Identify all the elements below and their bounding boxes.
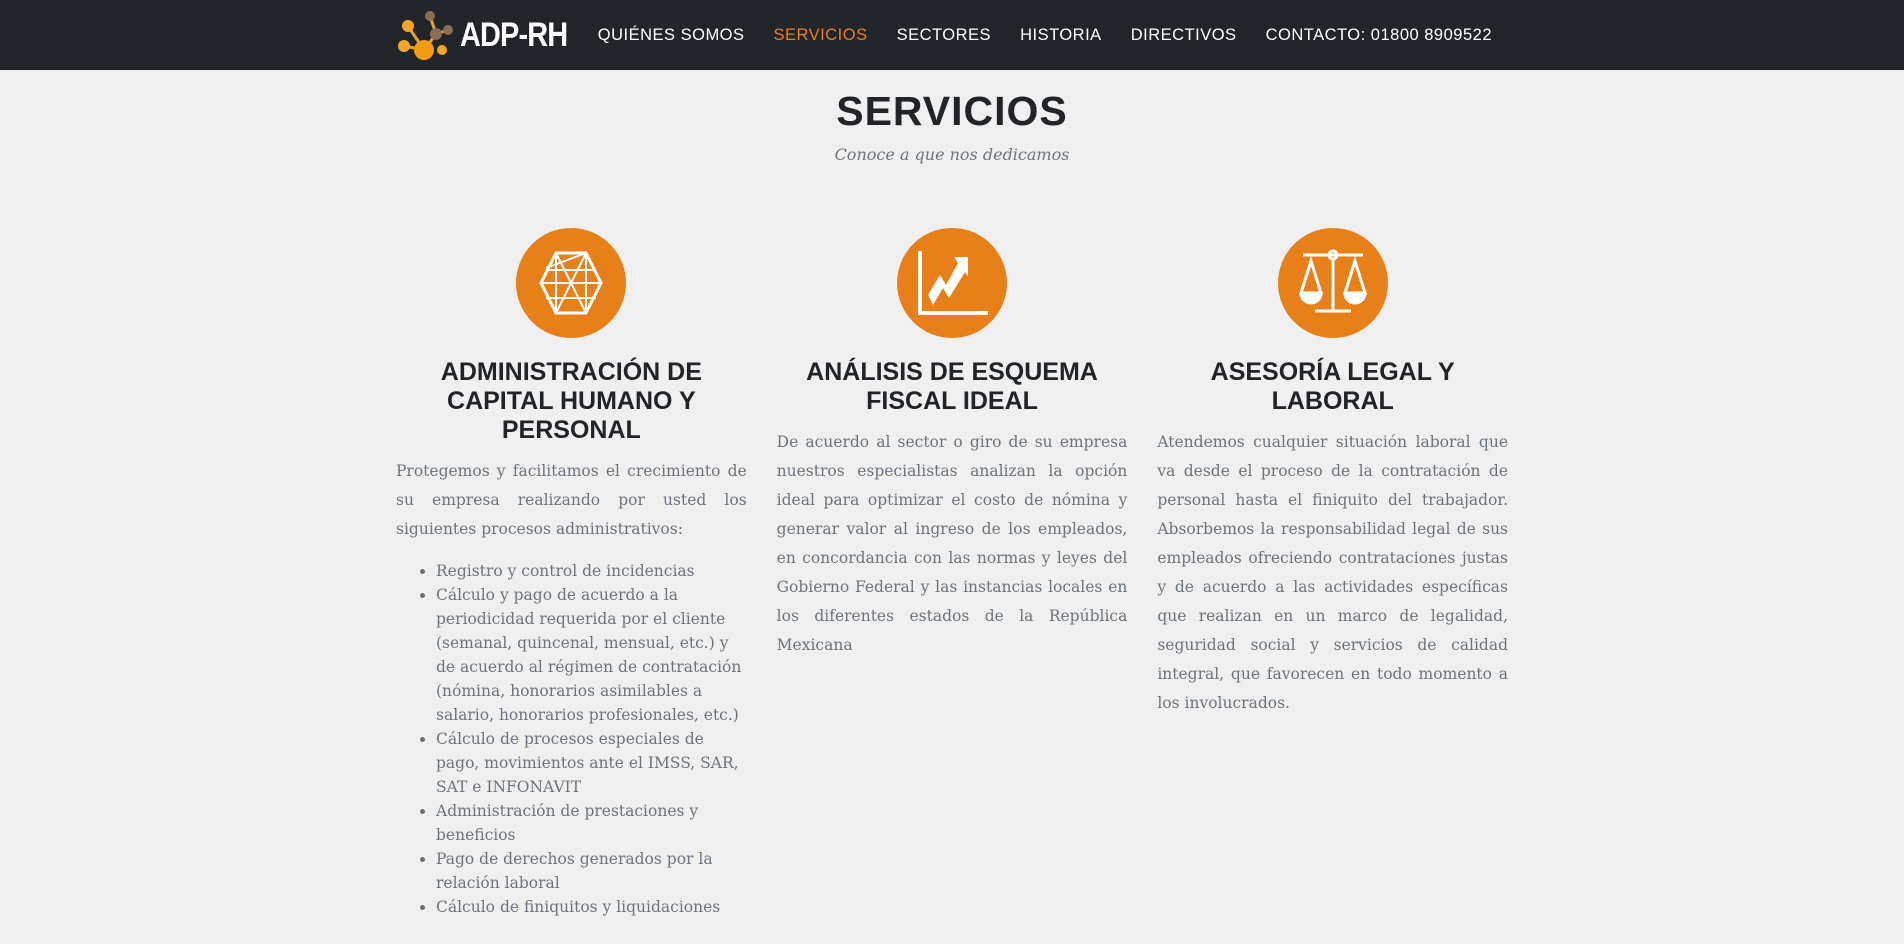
nav-historia[interactable]: HISTORIA bbox=[1020, 26, 1102, 45]
list-item: Registro y control de incidencias bbox=[436, 559, 747, 583]
service-title: ANÁLISIS DE ESQUEMA FISCAL IDEAL bbox=[806, 358, 1098, 415]
scales-icon bbox=[1277, 228, 1388, 338]
molecule-logo-icon bbox=[398, 11, 453, 60]
nav-quienes-somos[interactable]: QUIÉNES SOMOS bbox=[598, 26, 745, 45]
nav-sectores[interactable]: SECTORES bbox=[897, 26, 991, 45]
service-capital-humano: ADMINISTRACIÓN DE CAPITAL HUMANO Y PERSO… bbox=[396, 228, 747, 919]
service-title: ADMINISTRACIÓN DE CAPITAL HUMANO Y PERSO… bbox=[440, 358, 702, 444]
list-item: Cálculo de finiquitos y liquidaciones bbox=[436, 895, 747, 919]
page-subtitle: Conoce a que nos dedicamos bbox=[834, 145, 1070, 164]
logo-text: ADP-RH bbox=[460, 15, 568, 54]
service-text: Atendemos cualquier situación laboral qu… bbox=[1157, 433, 1509, 712]
nav-servicios[interactable]: SERVICIOS bbox=[774, 26, 868, 45]
services: ADMINISTRACIÓN DE CAPITAL HUMANO Y PERSO… bbox=[396, 228, 1508, 919]
list-item: Administración de prestaciones y benefic… bbox=[436, 799, 747, 847]
list-item: Cálculo de procesos especiales de pago, … bbox=[436, 727, 747, 799]
list-item: Cálculo y pago de acuerdo a la periodici… bbox=[436, 583, 747, 727]
nav-contacto[interactable]: CONTACTO: 01800 8909522 bbox=[1266, 26, 1492, 45]
network-hexagon-icon bbox=[516, 228, 627, 338]
navbar: ADP-RH QUIÉNES SOMOS SERVICIOS SECTORES … bbox=[0, 0, 1904, 70]
service-esquema-fiscal: ANÁLISIS DE ESQUEMA FISCAL IDEAL De acue… bbox=[776, 228, 1128, 919]
service-list: Registro y control de incidencias Cálcul… bbox=[396, 559, 747, 919]
main-menu: QUIÉNES SOMOS SERVICIOS SECTORES HISTORI… bbox=[598, 0, 1492, 70]
service-text: De acuerdo al sector o giro de su empres… bbox=[776, 433, 1128, 654]
logo[interactable]: ADP-RH bbox=[396, 8, 586, 62]
service-title: ASESORÍA LEGAL Y LABORAL bbox=[1210, 358, 1455, 415]
service-text: Protegemos y facilitamos el crecimiento … bbox=[396, 462, 747, 538]
list-item: Pago de derechos generados por la relaci… bbox=[436, 847, 747, 895]
service-asesoria-legal: ASESORÍA LEGAL Y LABORAL Atendemos cualq… bbox=[1157, 228, 1508, 919]
nav-directivos[interactable]: DIRECTIVOS bbox=[1131, 26, 1237, 45]
page-title: SERVICIOS bbox=[836, 88, 1068, 134]
chart-trend-up-icon bbox=[897, 228, 1007, 338]
